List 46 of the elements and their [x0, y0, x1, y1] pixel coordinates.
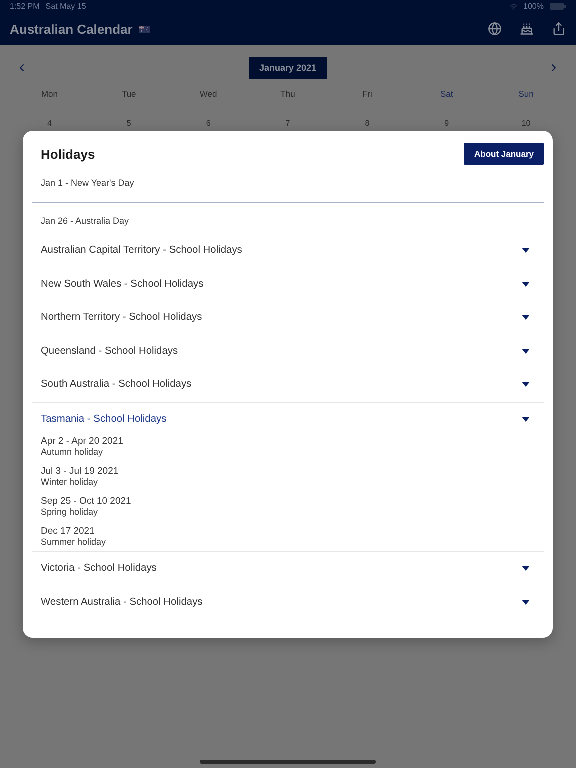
- caret-icon: [522, 315, 530, 320]
- status-date: Sat May 15: [46, 2, 86, 11]
- month-button[interactable]: January 2021: [249, 57, 327, 79]
- caret-icon: [522, 416, 530, 422]
- holiday-name: Winter holiday: [41, 477, 100, 488]
- weekday-label: Wed: [200, 89, 218, 99]
- battery-icon: [550, 3, 566, 10]
- caret-icon: [522, 248, 530, 254]
- holiday-text: Jan 1 - New Year's Day: [41, 178, 134, 188]
- status-time: 1:52 PM: [10, 2, 40, 11]
- caret-icon: [522, 600, 530, 605]
- region-accordion[interactable]: Western Australia - School Holidays: [32, 586, 544, 619]
- region-accordion[interactable]: Queensland - School Holidays: [32, 334, 544, 368]
- caret-icon: [522, 382, 530, 388]
- holiday-dates: Apr 2 - Apr 20 2021: [41, 436, 124, 447]
- weekday-label: Thu: [280, 89, 296, 99]
- region-accordion[interactable]: Northern Territory - School Holidays: [32, 301, 544, 334]
- about-button[interactable]: About January: [464, 143, 544, 165]
- globe-icon[interactable]: [488, 22, 502, 36]
- cake-icon[interactable]: [520, 22, 534, 36]
- australian-flag-icon: [138, 26, 150, 32]
- weekday-label: Fri: [362, 89, 372, 99]
- region-accordion[interactable]: Australian Capital Territory - School Holidays: [32, 234, 544, 268]
- holiday-name: Spring holiday: [41, 507, 100, 518]
- weekday-label: Sat: [440, 89, 454, 99]
- region-accordion[interactable]: Victoria - School Holidays: [32, 552, 544, 586]
- holiday-name: Autumn holiday: [41, 447, 104, 458]
- caret-icon: [522, 566, 530, 572]
- weekday-label: Tue: [122, 89, 136, 99]
- holiday-name: Summer holiday: [41, 537, 108, 548]
- holiday-dates: Jul 3 - Jul 19 2021: [41, 466, 120, 477]
- region-accordion[interactable]: New South Wales - School Holidays: [32, 268, 544, 301]
- region-accordion[interactable]: South Australia - School Holidays: [32, 368, 544, 402]
- app-title: Australian Calendar: [10, 22, 133, 36]
- holiday-dates: Dec 17 2021: [41, 526, 96, 537]
- weekday-label: Sun: [518, 89, 534, 99]
- region-accordion[interactable]: Tasmania - School Holidays: [32, 402, 544, 436]
- wifi-icon: [510, 2, 518, 10]
- battery-percent: 100%: [524, 2, 544, 11]
- weekday-label: Mon: [41, 89, 58, 99]
- caret-icon: [522, 282, 530, 287]
- holiday-text: Jan 26 - Australia Day: [41, 216, 130, 226]
- share-icon[interactable]: [552, 22, 566, 36]
- holiday-dates: Sep 25 - Oct 10 2021: [41, 496, 132, 507]
- caret-icon: [522, 348, 530, 354]
- dialog-title: Holidays: [41, 146, 96, 162]
